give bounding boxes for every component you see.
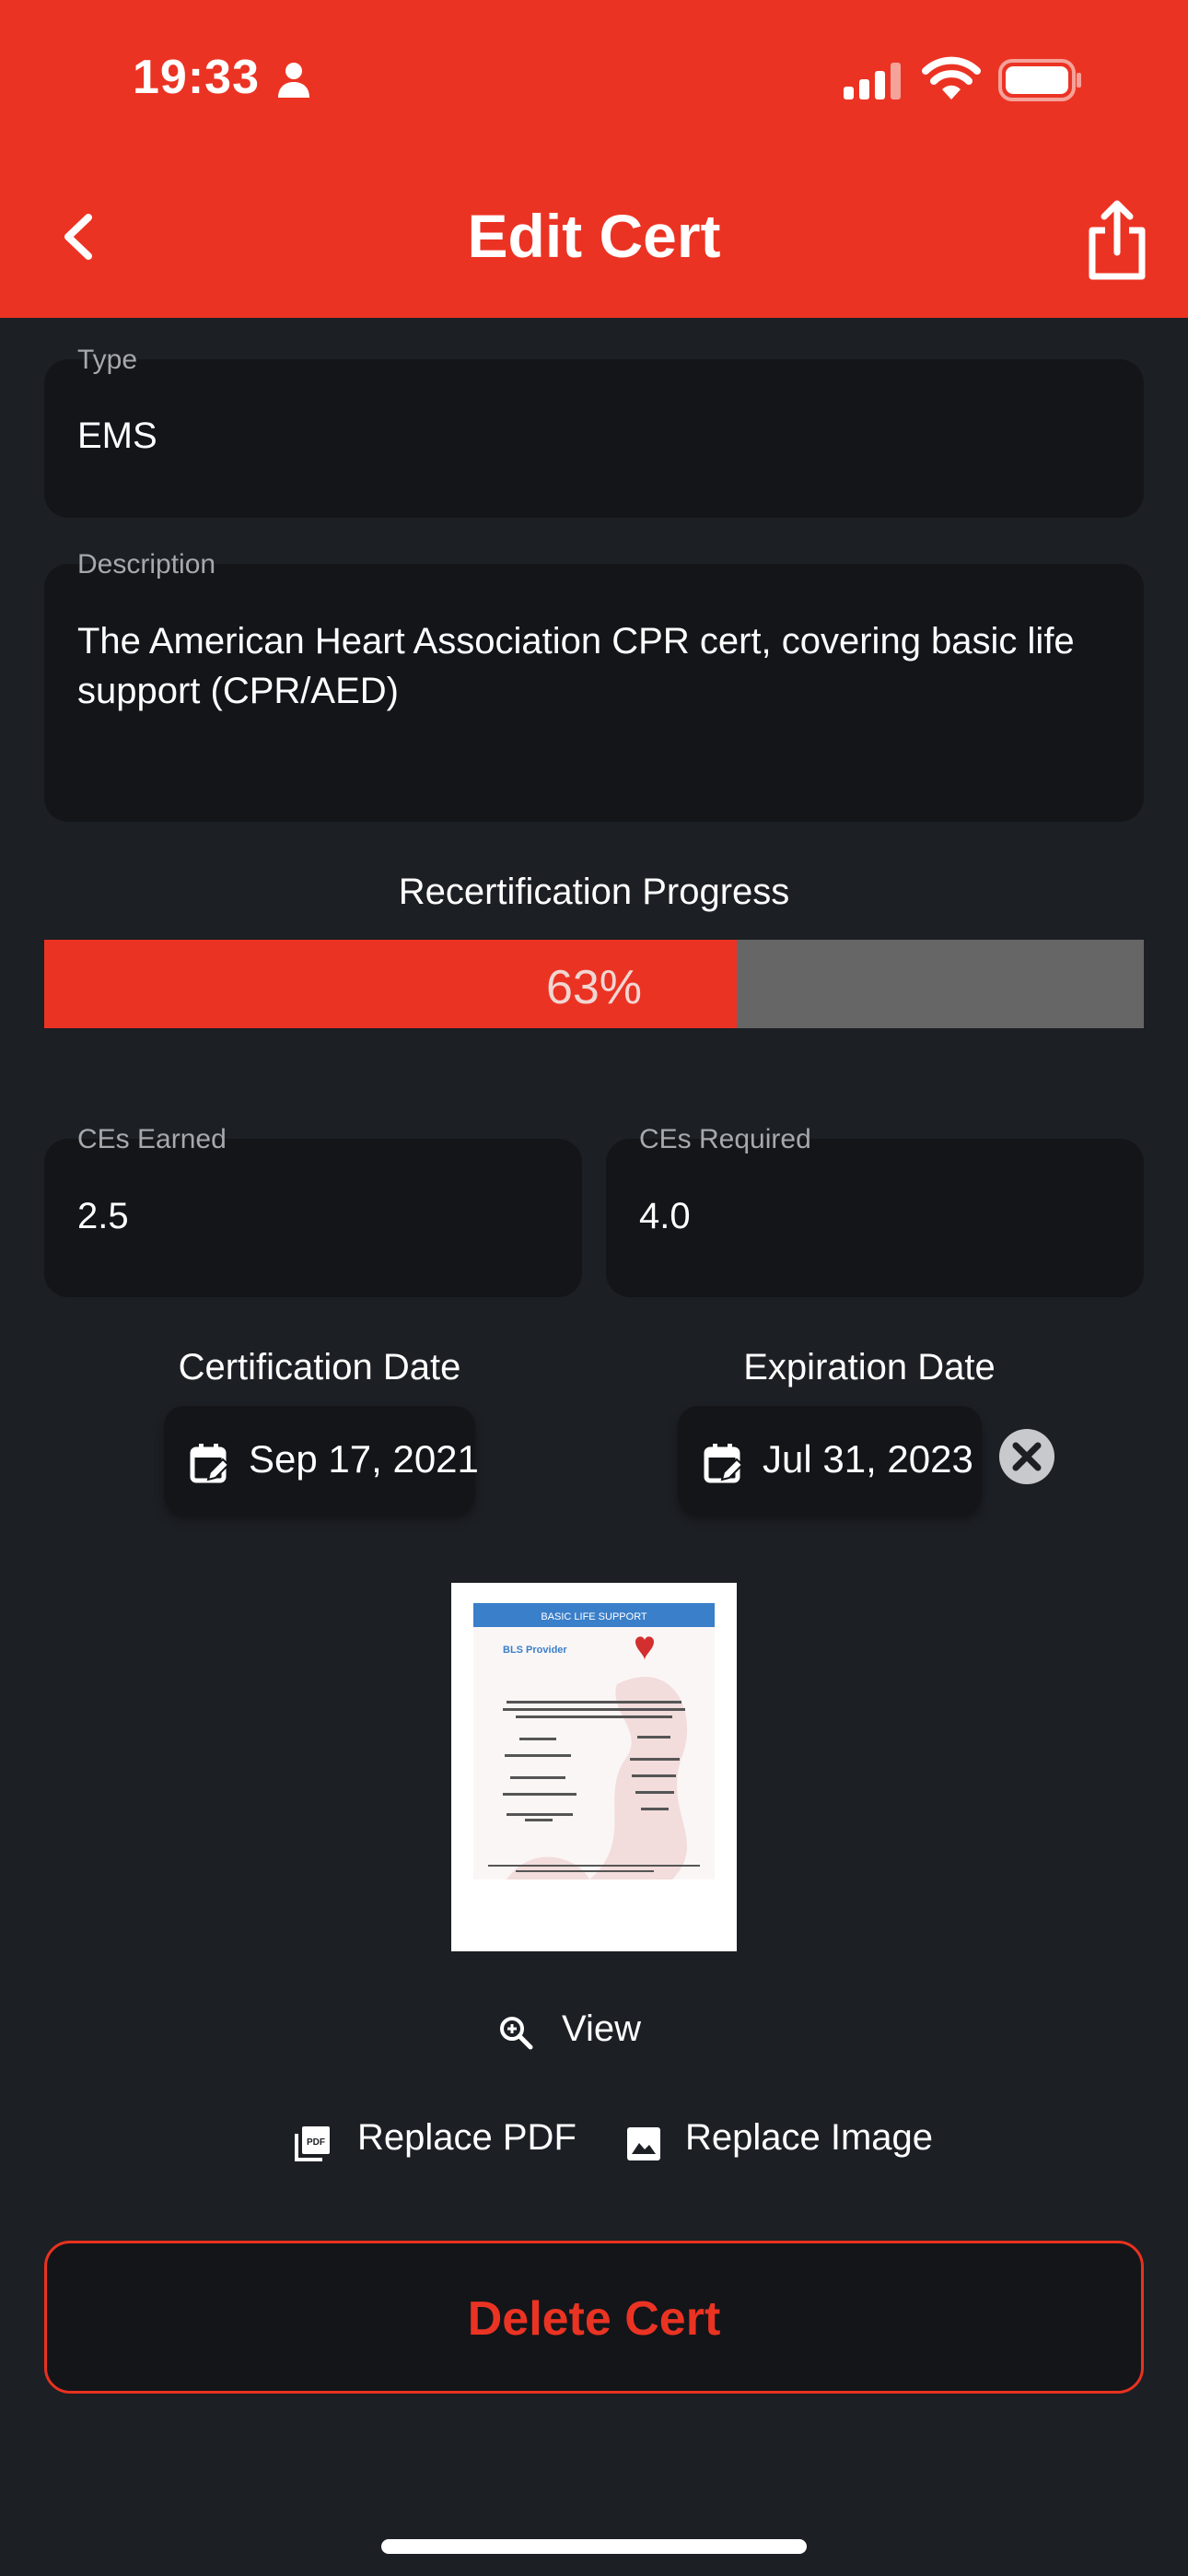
- description-label: Description: [77, 549, 216, 580]
- description-value: The American Heart Association CPR cert,…: [77, 621, 1075, 711]
- ces-earned-label: CEs Earned: [77, 1124, 227, 1154]
- description-field[interactable]: Description The American Heart Associati…: [44, 549, 1144, 822]
- replace-pdf-button[interactable]: PDF Replace PDF: [293, 2117, 588, 2169]
- type-value: EMS: [77, 416, 157, 456]
- clear-icon[interactable]: [998, 1428, 1055, 1485]
- replace-image-label: Replace Image: [685, 2117, 934, 2158]
- certification-date-label: Certification Date: [178, 1347, 461, 1388]
- expiration-date-button[interactable]: Jul 31, 2023: [678, 1406, 982, 1515]
- ces-earned-field[interactable]: CEs Earned 2.5: [44, 1124, 582, 1297]
- header-bar: 19:33 Edit Cert: [0, 0, 1188, 318]
- progress-bar: 63%: [44, 940, 1144, 1028]
- status-time: 19:33: [133, 51, 260, 104]
- ces-required-label: CEs Required: [639, 1124, 811, 1154]
- calendar-edit-icon: [190, 1444, 228, 1483]
- pdf-icon: PDF: [295, 2126, 330, 2161]
- zoom-in-icon: [500, 2017, 533, 2050]
- type-field[interactable]: Type EMS: [44, 345, 1144, 518]
- person-icon: [278, 63, 309, 98]
- page-title: Edit Cert: [467, 202, 721, 270]
- certificate-header: BASIC LIFE SUPPORT: [541, 1611, 647, 1622]
- view-label: View: [562, 2008, 641, 2049]
- wifi-icon: [922, 56, 981, 100]
- type-label: Type: [77, 345, 138, 375]
- replace-pdf-label: Replace PDF: [357, 2117, 577, 2158]
- progress-title: Recertification Progress: [398, 872, 790, 912]
- image-icon: [627, 2127, 660, 2160]
- view-button[interactable]: View: [497, 2008, 709, 2060]
- signal-icon: [844, 63, 901, 100]
- battery-icon: [998, 59, 1081, 101]
- certificate-image: BASIC LIFE SUPPORT BLS Provider: [451, 1583, 737, 1951]
- certificate-program: BLS Provider: [503, 1645, 567, 1656]
- certification-date-button[interactable]: Sep 17, 2021: [164, 1406, 479, 1515]
- progress-label: 63%: [545, 961, 643, 1014]
- ces-earned-value: 2.5: [77, 1196, 129, 1236]
- svg-text:PDF: PDF: [307, 2137, 325, 2148]
- delete-cert-label: Delete Cert: [467, 2292, 721, 2346]
- ces-required-value: 4.0: [639, 1196, 691, 1236]
- replace-image-button[interactable]: Replace Image: [626, 2117, 958, 2169]
- expiration-date-value: Jul 31, 2023: [763, 1437, 973, 1481]
- share-icon[interactable]: [1085, 197, 1149, 282]
- certificate-thumbnail[interactable]: BASIC LIFE SUPPORT BLS Provider: [451, 1583, 737, 1951]
- certification-date-value: Sep 17, 2021: [249, 1437, 479, 1481]
- expiration-date-label: Expiration Date: [743, 1347, 996, 1388]
- calendar-edit-icon: [704, 1444, 742, 1483]
- ces-required-field[interactable]: CEs Required 4.0: [606, 1124, 1144, 1297]
- delete-cert-button[interactable]: Delete Cert: [44, 2241, 1144, 2394]
- home-indicator: [381, 2539, 807, 2554]
